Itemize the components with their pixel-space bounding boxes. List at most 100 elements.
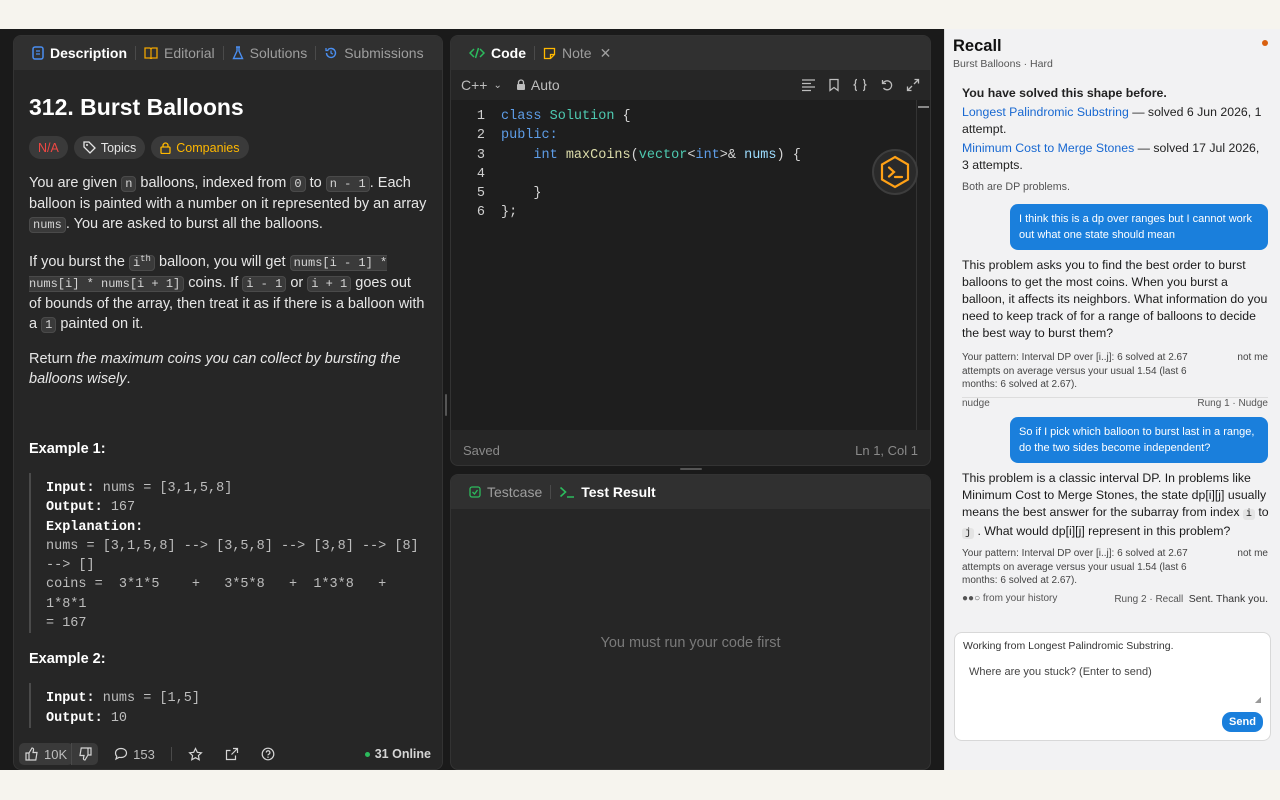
recall-title: Recall [953,37,1002,55]
cursor-position: Ln 1, Col 1 [855,442,918,458]
editor-toolbar: C++ ⌄ Auto [451,70,930,100]
description-panel: Description Editorial Solutions Submissi… [13,35,443,770]
prior-problem-link[interactable]: Longest Palindromic Substring [962,105,1129,119]
inline-code: 0 [290,176,306,192]
prior-note: Both are DP problems. [962,181,1070,193]
tab-solutions[interactable]: Solutions [224,36,316,70]
code-editor[interactable]: 1 class Solution { 2 public: 3 int maxCoin… [451,100,930,430]
send-button[interactable]: Send [1222,712,1263,732]
tab-code[interactable]: Code [461,36,534,70]
line-number: 6 [476,205,485,221]
code-token: { [614,109,631,124]
resize-handle-vertical[interactable] [445,394,447,416]
tab-editorial-label: Editorial [164,45,215,61]
book-icon [144,47,158,59]
comment-icon [115,747,128,761]
message-input[interactable]: Where are you stuck? (Enter to send) [969,666,1152,678]
recall-panel: Recall Burst Balloons · Hard You have so… [944,29,1280,770]
format-icon[interactable] [801,78,816,92]
tab-description[interactable]: Description [24,36,135,70]
description-paragraph-1: You are given n balloons, indexed from 0… [29,173,427,235]
text: coins. If [188,275,239,291]
language-select[interactable]: C++ ⌄ [461,77,502,93]
inline-code: 1 [41,317,57,333]
mode-select[interactable]: Auto [516,77,560,93]
example-2-block: Input: nums = [1,5] Output: 10 [29,683,427,728]
favorite-button[interactable] [182,743,209,765]
text: Return [29,351,73,367]
help-button[interactable] [255,743,281,765]
superscript: th [140,254,151,264]
empty-result-message: You must run your code first [600,635,781,651]
code-line: 1 class Solution { [451,107,930,126]
code-token: nums [744,147,777,163]
companies-label: Companies [176,140,240,155]
comment-count: 153 [133,746,155,762]
reset-icon[interactable] [880,78,894,92]
inline-code: i + 1 [307,276,352,292]
star-icon [188,746,203,761]
footer-divider [170,747,172,761]
expand-icon[interactable] [906,78,920,92]
user-message: So if I pick which balloon to burst last… [1010,417,1268,463]
meta-label: from your history [982,593,1058,604]
code-icon [469,47,485,59]
editor-status-bar: Saved Ln 1, Col 1 [451,435,930,465]
code-token: int [695,147,720,163]
code-panel: Code Note ✕ C++ ⌄ Auto 1 class Solution … [450,35,931,466]
share-button[interactable] [219,743,245,765]
prior-item: Minimum Cost to Merge Stones — solved 17… [962,140,1268,174]
not-me-button[interactable]: not me [1237,547,1268,561]
tab-testcase[interactable]: Testcase [461,475,550,509]
not-me-button[interactable]: not me [1237,351,1268,365]
bookmark-icon[interactable] [828,78,840,92]
rung-dots: ●●○ [962,593,981,604]
input-value: nums = [1,5] [102,691,200,707]
scrollbar[interactable] [916,100,930,430]
tab-submissions-label: Submissions [344,45,424,61]
code-token: int [533,147,558,163]
rung-label: Rung 1 · Nudge [1197,398,1268,409]
test-panel: Testcase Test Result You must run your c… [450,474,931,770]
code-token: public: [501,128,558,144]
text: or [290,275,304,291]
comments-button[interactable]: 153 [108,743,161,765]
topics-chip[interactable]: Topics [73,136,146,159]
resize-grip-icon[interactable]: ◢ [1255,695,1261,704]
like-button[interactable]: 10K [19,743,74,765]
tab-test-result[interactable]: Test Result [551,475,663,509]
companies-chip[interactable]: Companies [151,136,249,159]
language-label: C++ [461,77,488,93]
difficulty-label: N/A [38,140,59,155]
text: This problem is a classic interval DP. I… [962,471,1267,519]
online-count: 31 Online [374,747,431,761]
text: . [126,371,131,387]
text: balloons, indexed from [140,175,287,191]
pattern-note: Your pattern: Interval DP over [i..j]: 6… [962,547,1268,588]
code-line: 2 public: [451,126,930,145]
tab-solutions-label: Solutions [249,45,308,61]
description-tabs: Description Editorial Solutions Submissi… [14,36,442,70]
inline-code: n [121,176,137,192]
close-icon[interactable]: ✕ [600,45,612,62]
editor-actions [801,78,920,92]
code-token: class [501,109,542,124]
save-status: Saved [463,442,500,458]
ai-assistant-button[interactable] [872,149,918,195]
lock-icon [516,79,525,90]
text: . You are asked to burst all the balloon… [65,216,323,232]
tab-submissions[interactable]: Submissions [316,36,431,70]
message-meta: nudge Rung 1 · Nudge [962,397,1268,409]
example-1-block: Input: nums = [3,1,5,8] Output: 167 Explan… [29,473,427,634]
text: to [1258,505,1269,519]
tab-editorial[interactable]: Editorial [136,36,223,70]
description-paragraph-2: If you burst the ith balloon, you will g… [29,249,427,335]
difficulty-badge[interactable]: N/A [29,136,68,159]
braces-icon[interactable] [852,78,868,92]
prior-problem-link[interactable]: Minimum Cost to Merge Stones [962,141,1134,155]
code-line: 4 [451,165,930,184]
tab-note[interactable]: Note ✕ [535,36,619,70]
tab-test-result-label: Test Result [581,484,656,500]
resize-handle-horizontal[interactable] [680,468,702,470]
dislike-button[interactable] [71,743,99,765]
